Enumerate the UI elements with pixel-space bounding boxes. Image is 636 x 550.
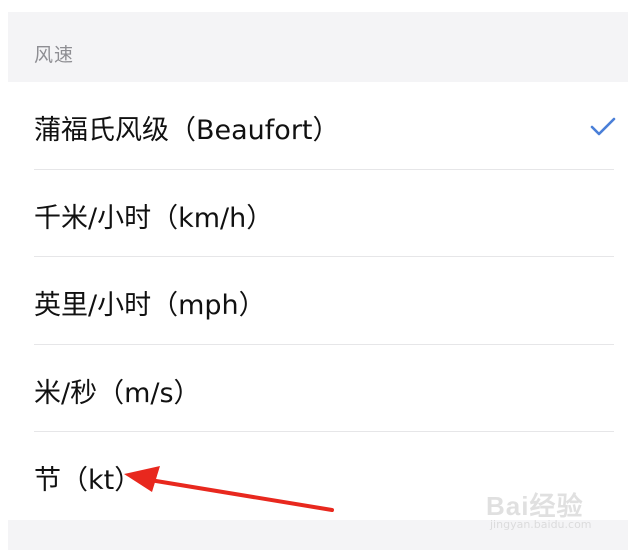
option-ms[interactable]: 米/秒（m/s） (0, 345, 636, 432)
watermark-logo: Bai经验 jingyan.baidu.com (486, 478, 606, 534)
watermark-url: jingyan.baidu.com (490, 518, 592, 531)
option-beaufort[interactable]: 蒲福氏风级（Beaufort） (0, 82, 636, 170)
settings-page: 风速 蒲福氏风级（Beaufort） 千米/小时（km/h） 英里/小时（mph… (0, 0, 636, 550)
wind-speed-unit-list: 蒲福氏风级（Beaufort） 千米/小时（km/h） 英里/小时（mph） 米… (0, 82, 636, 520)
checkmark-icon (590, 117, 616, 136)
option-label: 节（kt） (34, 465, 142, 496)
section-title: 风速 (34, 44, 75, 66)
option-label: 千米/小时（km/h） (34, 202, 274, 234)
option-mph[interactable]: 英里/小时（mph） (0, 257, 636, 345)
option-label: 蒲福氏风级（Beaufort） (34, 115, 340, 146)
option-kmh[interactable]: 千米/小时（km/h） (0, 170, 636, 257)
option-label: 英里/小时（mph） (34, 290, 266, 321)
section-header: 风速 (8, 12, 628, 82)
option-label: 米/秒（m/s） (34, 377, 201, 409)
